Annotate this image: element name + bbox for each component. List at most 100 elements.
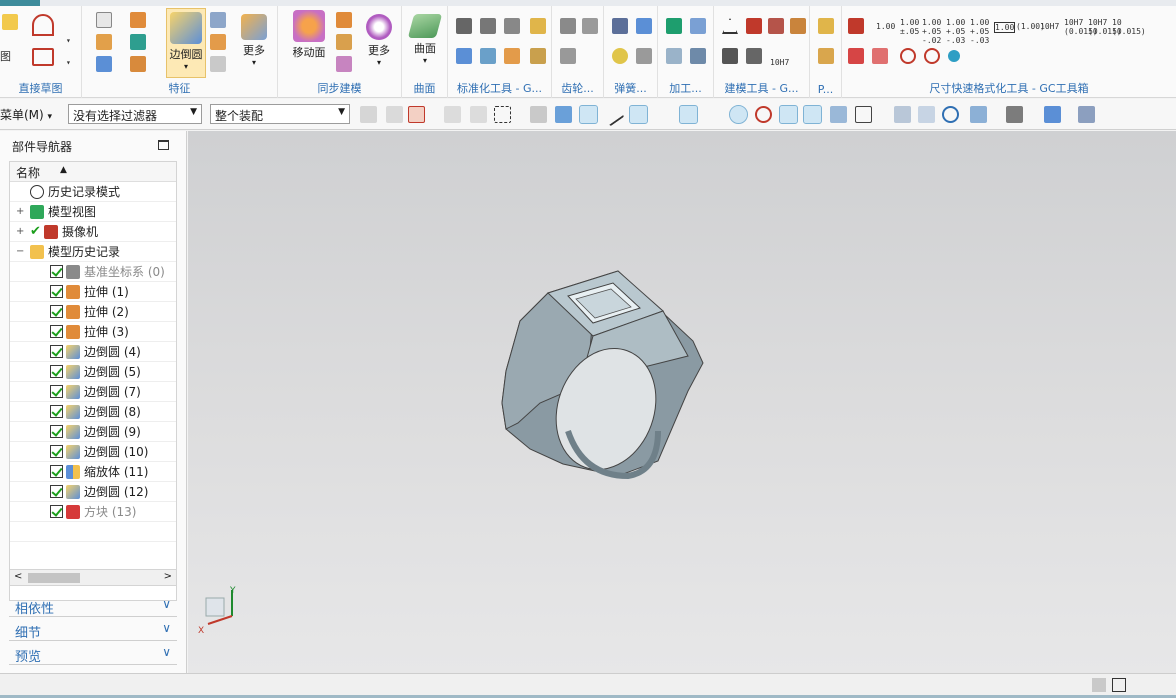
feature-more-button[interactable]: 更多 ▾ (234, 10, 274, 78)
pull-face-icon[interactable] (336, 12, 352, 28)
measure-icon[interactable] (746, 48, 762, 64)
machining-icon[interactable] (690, 18, 706, 34)
expand-icon[interactable]: + (16, 202, 26, 222)
ribbon-group-label[interactable]: 标准化工具 - G... (448, 80, 551, 96)
edit-section-icon[interactable] (1078, 106, 1095, 123)
fullscreen-icon[interactable] (1112, 678, 1126, 692)
visibility-checkbox[interactable] (50, 485, 63, 498)
snap-center-icon[interactable] (729, 105, 748, 124)
tol-icon-2[interactable]: 1.00 +.05 -.02 (922, 18, 944, 45)
status-icon[interactable] (1092, 678, 1106, 692)
scroll-left-icon[interactable]: < (14, 571, 22, 582)
fastener-icon[interactable] (456, 48, 472, 64)
visibility-checkbox[interactable] (50, 265, 63, 278)
tree-row[interactable]: 拉伸 (2) (10, 302, 176, 322)
ribbon-group-label[interactable]: 齿轮... (552, 80, 603, 96)
scrollbar-thumb[interactable] (28, 573, 80, 583)
visibility-checkbox[interactable] (50, 405, 63, 418)
fixture-icon[interactable] (666, 48, 682, 64)
tree-row[interactable]: 缩放体 (11) (10, 462, 176, 482)
table-icon[interactable] (504, 18, 520, 34)
dimension-icon[interactable] (848, 18, 864, 34)
visibility-checkbox[interactable] (50, 465, 63, 478)
tree-row[interactable]: 方块 (13) (10, 502, 176, 522)
visibility-checkbox[interactable] (50, 505, 63, 518)
section-details[interactable]: 细节 ∨ (9, 619, 177, 641)
disc-spring-icon[interactable] (612, 48, 628, 64)
scroll-right-icon[interactable]: > (164, 571, 172, 582)
tree-row[interactable]: + 模型视图 (10, 202, 176, 222)
visibility-checkbox[interactable] (50, 305, 63, 318)
fit-view-icon[interactable] (894, 106, 911, 123)
ring-model[interactable] (188, 131, 1176, 673)
tree-row[interactable]: 边倒圆 (4) (10, 342, 176, 362)
tree-row[interactable]: 边倒圆 (9) (10, 422, 176, 442)
ribbon-group-label[interactable]: 尺寸快速格式化工具 - GC工具箱 (842, 80, 1176, 96)
snap-quadrant-icon[interactable] (755, 106, 772, 123)
column-header-name[interactable]: 名称 ▲ (10, 162, 176, 182)
tol-icon-8[interactable]: 10H7 (0.015) (1064, 18, 1098, 36)
undo-format-icon[interactable] (948, 50, 960, 62)
tol-icon-9[interactable]: 10H7 (0.015) (1088, 18, 1122, 36)
select-feature-icon[interactable] (360, 106, 377, 123)
collapse-icon[interactable]: − (16, 242, 26, 262)
gear-icon[interactable] (560, 18, 576, 34)
sync-more-button[interactable]: 更多 ▾ (360, 10, 398, 78)
spring-table-icon[interactable] (612, 18, 628, 34)
ribbon-group-label[interactable]: 加工... (658, 80, 713, 96)
replace-face-icon[interactable] (336, 56, 352, 72)
tol-icon-7[interactable]: 10H7 (1040, 22, 1059, 31)
check-tool-icon[interactable] (666, 18, 682, 34)
dropdown-arrow-icon[interactable]: ▾ (66, 58, 71, 67)
tree-row[interactable]: 边倒圆 (12) (10, 482, 176, 502)
gear-icon[interactable] (582, 18, 598, 34)
tol-icon-3[interactable]: 1.00 +.05 -.03 (946, 18, 968, 45)
pattern-icon[interactable] (210, 34, 226, 50)
edge-blend-button[interactable]: 边倒圆 ▾ (166, 8, 206, 78)
tree-row[interactable]: 边倒圆 (8) (10, 402, 176, 422)
standard-part-icon[interactable] (456, 18, 472, 34)
snap-icon[interactable] (470, 106, 487, 123)
attribute-icon[interactable] (768, 18, 784, 34)
snap-endpoint-icon[interactable] (579, 105, 598, 124)
move-face-button[interactable]: 移动面 (286, 10, 332, 78)
angle-dimension-icon[interactable] (872, 48, 888, 64)
ribbon-group-label[interactable]: 弹簧... (604, 80, 657, 96)
shell-icon[interactable] (130, 56, 146, 72)
part-icon[interactable] (790, 18, 806, 34)
maximize-icon[interactable] (158, 140, 169, 150)
tree-row[interactable]: − 模型历史记录 (10, 242, 176, 262)
select-solid-icon[interactable] (555, 106, 572, 123)
weld-icon[interactable] (530, 48, 546, 64)
diameter-icon[interactable] (900, 48, 916, 64)
spring-icon[interactable] (636, 18, 652, 34)
select-body-icon[interactable] (386, 106, 403, 123)
tree-row[interactable]: + ✔ 摄像机 (10, 222, 176, 242)
tree-row[interactable]: 基准坐标系 (0) (10, 262, 176, 282)
tol-icon-1[interactable]: 1.00 ±.05 (900, 18, 920, 36)
diameter-icon[interactable] (924, 48, 940, 64)
menu-button[interactable]: 菜单(M) ▾ (0, 106, 52, 123)
visibility-checkbox[interactable] (50, 325, 63, 338)
section-preview[interactable]: 预览 ∨ (9, 643, 177, 665)
snap-intersection-icon[interactable] (679, 105, 698, 124)
tol-icon-0[interactable]: 1.00 (876, 22, 895, 31)
snap-curve-icon[interactable] (654, 106, 671, 123)
section-dependencies[interactable]: 相依性 ∨ (9, 595, 177, 617)
visibility-checkbox[interactable] (50, 285, 63, 298)
snap-icon[interactable] (444, 106, 461, 123)
rotate-icon[interactable] (942, 106, 959, 123)
rectangle-icon[interactable] (32, 48, 54, 66)
tree-row[interactable]: 边倒圆 (7) (10, 382, 176, 402)
view-orient-icon[interactable] (970, 106, 987, 123)
horizontal-scrollbar[interactable]: < > (9, 569, 177, 586)
triangle-icon[interactable] (722, 18, 738, 34)
label-tool-icon[interactable] (530, 18, 546, 34)
grid-icon[interactable] (855, 106, 872, 123)
note-icon[interactable] (722, 48, 738, 64)
tol-icon-5[interactable]: 1.00 (994, 22, 1016, 33)
unite-icon[interactable] (96, 56, 112, 72)
type-filter-select[interactable]: 没有选择过滤器 ▼ (68, 104, 202, 124)
hole-icon[interactable] (130, 34, 146, 50)
piping-icon[interactable] (818, 48, 834, 64)
